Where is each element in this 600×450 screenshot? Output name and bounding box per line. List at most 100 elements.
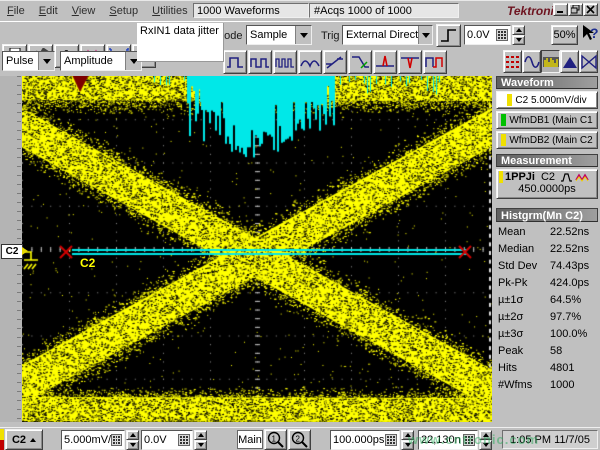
measure-burst-button[interactable] [273,50,297,74]
measure-jitter-button[interactable] [423,50,447,74]
timebase-label: Main [238,434,262,446]
cursors-icon [505,54,520,69]
sidebar: Waveform C2 5.000mV/div WfmDB1 (Main C1 … [494,76,600,427]
fall-slope-icon [350,54,370,70]
burst-icon [275,54,295,70]
vertical-offset-field[interactable]: 0.0V [141,430,193,450]
step-up-icon[interactable] [126,430,139,440]
measure-pulse-width-button[interactable] [223,50,247,74]
vertical-scale-field[interactable]: 5.000mV/ [61,430,125,450]
scope-display[interactable] [22,76,492,422]
step-down-icon[interactable] [479,440,492,450]
spike-down-icon [400,54,420,70]
stat-row: Hits4801 [496,359,599,376]
stat-value: 58 [550,345,562,357]
stat-label: Mean [498,226,550,238]
stat-value: 97.7% [550,311,581,323]
step-up-icon[interactable] [401,430,414,440]
measure-spike-down-button[interactable] [398,50,422,74]
close-button[interactable] [583,3,598,16]
measurement-item[interactable]: 1PPJi C2 450.0000ps [496,169,598,199]
measure-cycle-button[interactable] [298,50,322,74]
rise-slope-icon [325,54,345,70]
horizontal-scale-field[interactable]: 100.000ps [330,430,400,450]
histogram-stats: Mean22.52ns Median22.52ns Std Dev74.43ps… [496,223,599,393]
step-down-icon[interactable] [512,35,525,45]
menu-bar: File Edit View Setup Utilities Help 1000… [0,1,600,20]
horizontal-position-field[interactable]: 22,130n [418,430,478,450]
trig-label: Trig [321,30,340,42]
mode-select[interactable]: Sample [246,25,312,45]
trigger-level-stepper[interactable] [512,25,525,45]
channel-marker-c2[interactable]: C2 [1,244,23,259]
channel-select-button[interactable]: C2 [5,429,43,450]
period-icon [250,54,270,70]
pulse-width-icon [225,54,245,70]
step-up-icon[interactable] [194,430,207,440]
category-select-2[interactable]: Amplitude [60,51,142,71]
stat-label: Std Dev [498,260,550,272]
restore-button[interactable] [568,3,583,16]
cursors-display-button[interactable] [503,50,522,73]
oscilloscope-app: File Edit View Setup Utilities Help 1000… [0,0,600,450]
keypad-icon[interactable] [463,434,475,446]
vertical-offset-stepper[interactable] [194,430,207,450]
svg-text:2: 2 [296,435,301,444]
waveform-display-button[interactable] [522,50,541,73]
waveform-item-c2[interactable]: C2 5.000mV/div [496,91,598,109]
stat-row: Std Dev74.43ps [496,257,599,274]
measure-spike-up-button[interactable] [373,50,397,74]
step-down-icon[interactable] [401,440,414,450]
menu-setup[interactable]: Setup [103,3,144,19]
menu-view[interactable]: View [66,3,102,19]
stat-label: µ±2σ [498,311,550,323]
zoom2-button[interactable]: 2 [288,429,311,450]
triangle-icon [562,54,578,70]
tooltip: RxIN1 data jitter [137,23,224,62]
histogram-display-button[interactable] [541,50,560,73]
stat-row: µ±3σ100.0% [496,325,599,342]
step-up-icon[interactable] [512,25,525,35]
measurement-source: C2 [541,171,555,183]
trigger-level-field[interactable]: 0.0V [464,25,511,45]
mode-select-value: Sample [250,29,287,41]
step-down-icon[interactable] [126,440,139,450]
help-pointer-button[interactable]: ? [581,24,599,44]
menu-file[interactable]: File [1,3,31,19]
stat-value: 1000 [550,379,574,391]
waveform-item-wfmdb2[interactable]: WfmDB2 (Main C2 [496,131,598,149]
zoom1-button[interactable]: 1 [264,429,287,450]
keypad-icon[interactable] [496,29,508,41]
zoom-percent-button[interactable]: 50% [551,25,578,45]
vertical-scale-stepper[interactable] [126,430,139,450]
measure-period-button[interactable] [248,50,272,74]
menu-utilities[interactable]: Utilities [146,3,193,19]
horizontal-scale-stepper[interactable] [401,430,414,450]
channel-color-strip-red [0,440,4,450]
stat-label: Median [498,243,550,255]
horizontal-position-stepper[interactable] [479,430,492,450]
keypad-icon[interactable] [111,434,122,446]
measurement-name: PPJi [511,171,535,183]
step-up-icon[interactable] [479,430,492,440]
category-select-1[interactable]: Pulse [2,51,55,71]
tooltip-text: RxIN1 data jitter [140,25,219,37]
step-down-icon[interactable] [194,440,207,450]
trigger-select[interactable]: External Direct [342,25,433,45]
channel-marker-label: C2 [6,246,19,257]
keypad-icon[interactable] [178,434,190,446]
minimize-button[interactable] [553,3,568,16]
eye-display-button[interactable] [579,50,598,73]
timebase-button[interactable]: Main [237,430,263,449]
cycle-icon [300,54,320,70]
trigger-select-value: External Direct [346,29,418,41]
keypad-icon[interactable] [385,434,397,446]
menu-edit[interactable]: Edit [33,3,64,19]
measure-fall-slope-button[interactable] [348,50,372,74]
stat-row: Median22.52ns [496,240,599,257]
triangle-display-button[interactable] [560,50,579,73]
waveform-item-wfmdb1[interactable]: WfmDB1 (Main C1 [496,111,598,129]
measure-rise-slope-button[interactable] [323,50,347,74]
trigger-slope-button[interactable] [436,24,461,47]
channel-select-label: C2 [12,434,26,446]
